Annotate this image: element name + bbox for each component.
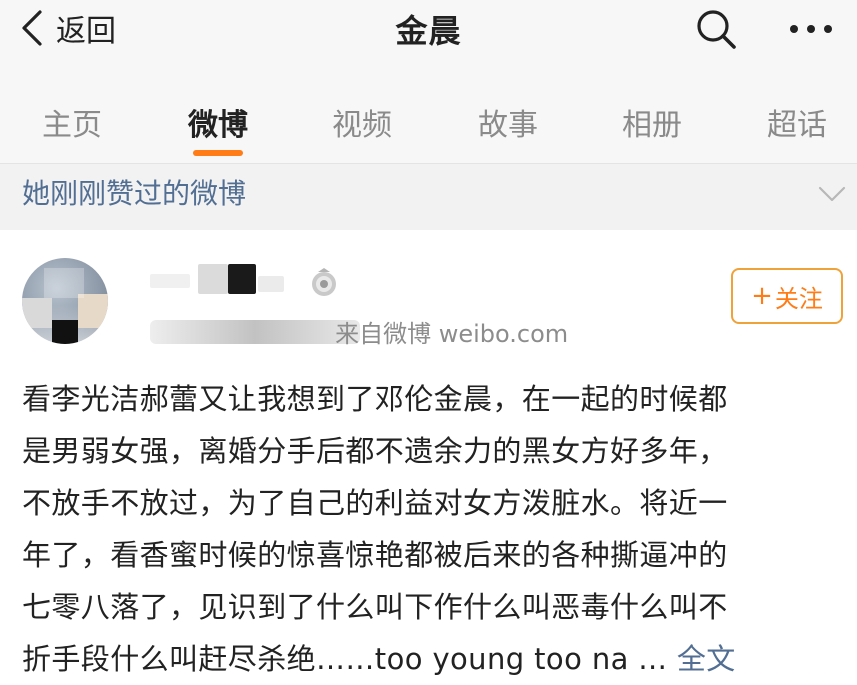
post-meta: 来自微博 weibo.com [150, 314, 568, 348]
more-icon[interactable] [786, 7, 836, 51]
recently-liked-label: 她刚刚赞过的微博 [22, 177, 247, 210]
user-name-redacted[interactable] [150, 260, 300, 300]
post-content: 看李光洁郝蕾又让我想到了邓伦金晨，在一起的时候都 是男弱女强，离婚分手后都不遗余… [22, 373, 847, 685]
active-tab-indicator [193, 150, 243, 156]
tab-weibo[interactable]: 微博 [188, 100, 248, 144]
post-line: 七零八落了，见识到了什么叫下作什么叫恶毒什么叫不 [22, 590, 728, 624]
tab-story[interactable]: 故事 [478, 100, 538, 144]
post-line-last: 折手段什么叫赶尽杀绝……too young too na ... 全文 [22, 633, 847, 685]
follow-label: 关注 [774, 284, 823, 313]
tab-home[interactable]: 主页 [42, 100, 102, 144]
member-badge-icon [312, 268, 336, 296]
post-line: 是男弱女强，离婚分手后都不遗余力的黑女方好多年， [22, 434, 728, 468]
post-line-text: 折手段什么叫赶尽杀绝……too young too na ... [22, 642, 668, 676]
tab-album[interactable]: 相册 [622, 100, 682, 144]
post-line: 看李光洁郝蕾又让我想到了邓伦金晨，在一起的时候都 [22, 382, 728, 416]
top-nav-bar: 返回 金晨 [0, 0, 857, 72]
post-line: 不放手不放过，为了自己的利益对女方泼脏水。将近一 [22, 486, 728, 520]
avatar[interactable] [22, 258, 108, 344]
follow-button[interactable]: + 关注 [731, 268, 843, 324]
full-text-link[interactable]: 全文 [677, 642, 736, 676]
tab-video[interactable]: 视频 [332, 100, 392, 144]
tab-super-topic[interactable]: 超话 [767, 100, 827, 144]
search-icon[interactable] [694, 7, 738, 51]
weibo-post: 来自微博 weibo.com + 关注 看李光洁郝蕾又让我想到了邓伦金晨，在一起… [0, 230, 857, 676]
post-time-redacted [150, 319, 360, 344]
profile-tabs: 主页 微博 视频 故事 相册 超话 [0, 72, 857, 163]
recently-liked-bar[interactable]: 她刚刚赞过的微博 [0, 163, 857, 231]
post-source: 来自微博 weibo.com [335, 320, 569, 348]
chevron-down-icon [818, 186, 846, 202]
post-line: 年了，看香蜜时候的惊喜惊艳都被后来的各种撕逼冲的 [22, 538, 728, 572]
plus-icon: + [751, 281, 773, 311]
